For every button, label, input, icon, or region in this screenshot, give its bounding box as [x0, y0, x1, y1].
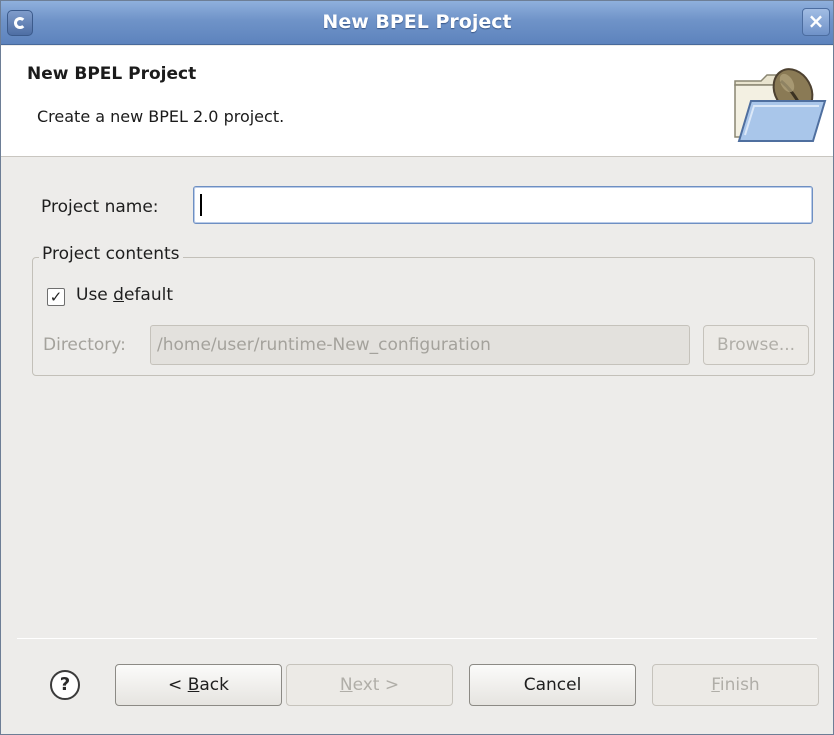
cancel-button[interactable]: Cancel: [469, 664, 636, 706]
directory-label: Directory:: [43, 335, 126, 355]
next-mnemonic: N: [339, 675, 353, 695]
back-button[interactable]: < Back: [115, 664, 282, 706]
browse-button[interactable]: Browse...: [703, 325, 809, 365]
use-default-checkbox[interactable]: ✓: [47, 288, 65, 306]
next-button[interactable]: Next >: [286, 664, 453, 706]
finish-label-post: inish: [719, 675, 760, 695]
back-label-pre: <: [168, 675, 188, 695]
new-bpel-project-dialog: New BPEL Project × New BPEL Project Crea…: [0, 0, 834, 735]
directory-input[interactable]: /home/user/runtime-New_configuration: [150, 325, 690, 365]
title-bar[interactable]: New BPEL Project ×: [1, 1, 833, 45]
close-button[interactable]: ×: [802, 8, 830, 36]
use-default-label-post: efault: [123, 285, 173, 305]
project-name-input[interactable]: [193, 186, 813, 224]
back-label-post: ack: [199, 675, 229, 695]
window-title: New BPEL Project: [322, 11, 512, 33]
project-name-label: Project name:: [41, 197, 159, 217]
finish-mnemonic: F: [711, 675, 720, 695]
project-contents-legend: Project contents: [39, 244, 183, 264]
finish-button[interactable]: Finish: [652, 664, 819, 706]
use-default-mnemonic: d: [113, 285, 124, 305]
next-label-post: ext >: [352, 675, 400, 695]
open-folder-icon: [734, 68, 827, 142]
help-icon[interactable]: ?: [50, 670, 80, 700]
back-mnemonic: B: [187, 675, 200, 695]
footer-separator: [17, 638, 817, 639]
text-caret: [200, 194, 202, 216]
wizard-banner: New BPEL Project Create a new BPEL 2.0 p…: [1, 46, 833, 157]
page-description: Create a new BPEL 2.0 project.: [37, 107, 285, 126]
use-default-label[interactable]: Use default: [76, 285, 173, 305]
page-title: New BPEL Project: [27, 64, 197, 84]
use-default-label-pre: Use: [76, 285, 114, 305]
